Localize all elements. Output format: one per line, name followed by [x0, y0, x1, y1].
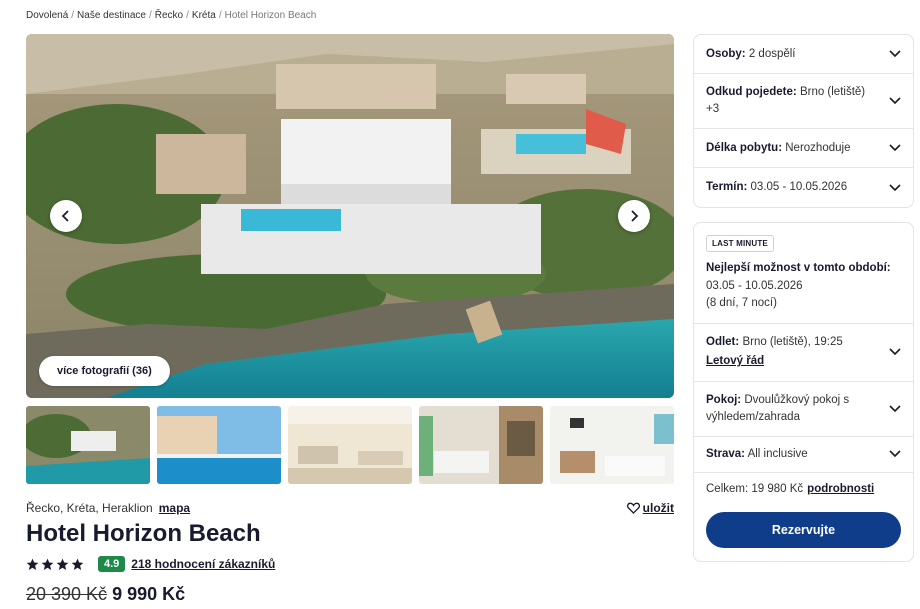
details-link[interactable]: podrobnosti — [807, 483, 874, 495]
star-icon — [41, 558, 54, 570]
filter-persons[interactable]: Osoby: 2 dospělí — [694, 35, 913, 74]
score-badge: 4.9 — [98, 556, 126, 572]
price-row: 20 390 Kč 9 990 Kč — [26, 584, 185, 605]
best-option: Nejlepší možnost v tomto období: 03.05 -… — [694, 252, 913, 324]
room-row[interactable]: Pokoj: Dvoulůžkový pokoj s výhledem/zahr… — [694, 382, 913, 437]
star-icon — [56, 558, 69, 570]
thumbnail-aerial[interactable] — [26, 406, 150, 484]
photo-gallery: více fotografií (36) — [26, 34, 674, 398]
book-button[interactable]: Rezervujte — [706, 512, 901, 548]
heart-icon — [626, 502, 640, 514]
search-filters-card: Osoby: 2 dospělí Odkud pojedete: Brno (l… — [693, 34, 914, 208]
map-link[interactable]: mapa — [159, 501, 190, 515]
chevron-down-icon — [889, 404, 901, 412]
thumbnail-lobby[interactable] — [288, 406, 412, 484]
filter-stay-length[interactable]: Délka pobytu: Nerozhoduje — [694, 129, 913, 168]
star-icon — [26, 558, 39, 570]
save-label: uložit — [642, 501, 674, 515]
thumbnail-strip — [26, 406, 674, 484]
gallery-prev-button[interactable] — [50, 200, 82, 232]
chevron-down-icon — [889, 97, 901, 105]
hotel-stars — [26, 558, 84, 571]
total-price-row: Celkem: 19 980 Kč podrobnosti — [694, 483, 913, 495]
total-price: Celkem: 19 980 Kč — [706, 482, 804, 495]
thumbnail-bedroom[interactable] — [550, 406, 674, 484]
rating-row: 4.9 218 hodnocení zákazníků — [26, 556, 275, 572]
old-price: 20 390 Kč — [26, 584, 108, 604]
breadcrumb: Dovolená / Naše destinace / Řecko / Krét… — [26, 10, 317, 21]
reviews-link[interactable]: 218 hodnocení zákazníků — [131, 557, 275, 571]
more-photos-button[interactable]: více fotografií (36) — [39, 356, 170, 386]
star-icon — [71, 558, 84, 570]
breadcrumb-item-current: Hotel Horizon Beach — [224, 10, 317, 21]
chevron-down-icon — [889, 144, 901, 152]
flight-schedule-link[interactable]: Letový řád — [706, 353, 764, 370]
filter-date[interactable]: Termín: 03.05 - 10.05.2026 — [694, 168, 913, 207]
hotel-main-photo[interactable] — [26, 34, 674, 398]
thumbnail-room[interactable] — [419, 406, 543, 484]
best-nights: (8 dní, 7 nocí) — [706, 297, 777, 309]
hotel-title: Hotel Horizon Beach — [26, 520, 261, 547]
filter-departure[interactable]: Odkud pojedete: Brno (letiště) +3 — [694, 74, 913, 129]
save-button[interactable]: uložit — [626, 501, 674, 515]
thumbnail-pool[interactable] — [157, 406, 281, 484]
breadcrumb-item-kreta[interactable]: Kréta — [192, 10, 216, 21]
location-text: Řecko, Kréta, Heraklion — [26, 501, 153, 515]
offer-card: LAST MINUTE Nejlepší možnost v tomto obd… — [693, 222, 914, 562]
last-minute-badge: LAST MINUTE — [706, 235, 774, 252]
chevron-left-icon — [61, 210, 69, 222]
board-row[interactable]: Strava: All inclusive — [694, 437, 913, 473]
gallery-next-button[interactable] — [618, 200, 650, 232]
breadcrumb-item-recko[interactable]: Řecko — [155, 10, 183, 21]
breadcrumb-item-dovolena[interactable]: Dovolená — [26, 10, 68, 21]
best-dates: 03.05 - 10.05.2026 — [706, 279, 803, 292]
current-price: 9 990 Kč — [112, 584, 186, 604]
location-row: Řecko, Kréta, Heraklion mapa uložit — [26, 501, 674, 515]
chevron-right-icon — [631, 210, 639, 222]
chevron-down-icon — [889, 348, 901, 356]
chevron-down-icon — [889, 183, 901, 191]
departure-row[interactable]: Odlet: Brno (letiště), 19:25 Letový řád — [694, 324, 913, 382]
chevron-down-icon — [889, 450, 901, 458]
chevron-down-icon — [889, 50, 901, 58]
breadcrumb-item-destinace[interactable]: Naše destinace — [77, 10, 146, 21]
